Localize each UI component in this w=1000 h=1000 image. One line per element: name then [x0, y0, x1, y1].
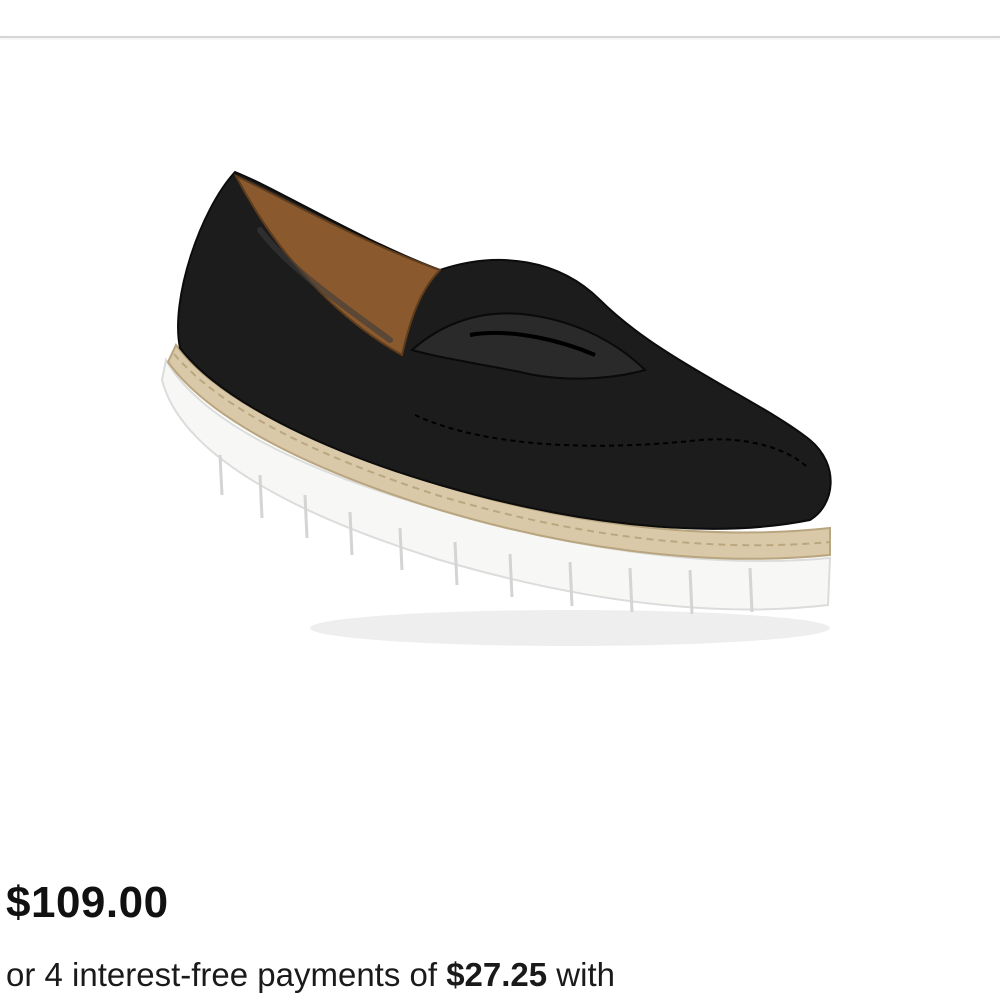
shoe-shadow — [310, 610, 830, 646]
installment-amount: $27.25 — [446, 956, 548, 993]
installment-suffix: with — [547, 956, 615, 993]
installment-info: or 4 interest-free payments of $27.25 wi… — [6, 956, 615, 994]
product-price: $109.00 — [6, 878, 169, 927]
header-divider — [0, 36, 1000, 38]
product-page: $109.00 or 4 interest-free payments of $… — [0, 0, 1000, 1000]
installment-prefix: or 4 interest-free payments of — [6, 956, 447, 993]
product-image[interactable] — [140, 150, 860, 670]
